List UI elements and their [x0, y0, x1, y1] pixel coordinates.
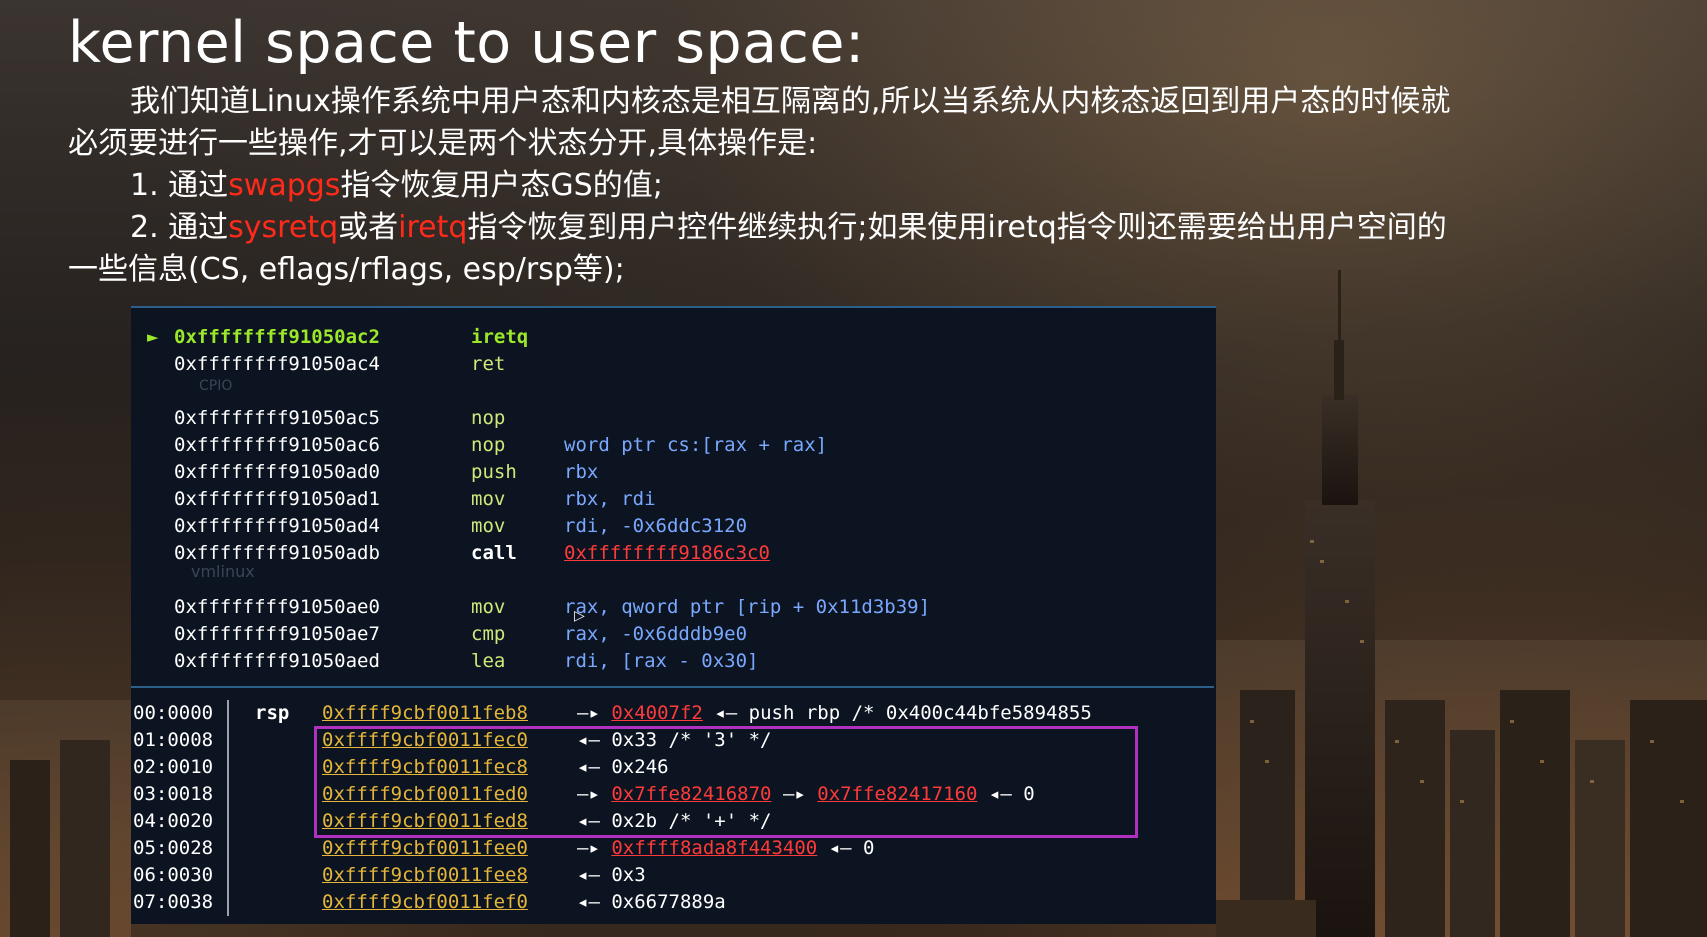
disasm-mnemonic: cmp — [471, 623, 506, 645]
disasm-mnemonic: nop — [471, 434, 506, 456]
stack-separator — [227, 727, 229, 754]
step-1-suffix: 指令恢复用户态GS的值; — [340, 168, 663, 203]
stack-value: ◂— 0x3 — [577, 862, 646, 889]
stack-separator — [227, 808, 229, 835]
slide-title: kernel space to user space: — [68, 10, 865, 76]
disasm-operands: rax, -0x6dddb9e0 — [564, 623, 748, 645]
stack-address-link[interactable]: 0xffff9cbf0011fef0 — [322, 889, 528, 916]
stack-offset: 07:0038 — [133, 891, 214, 913]
stack-separator — [227, 754, 229, 781]
iret-frame-highlight-box — [314, 726, 1138, 838]
stack-value: ◂— 0x6677889a — [577, 889, 726, 916]
stack-arrow: ◂— — [577, 891, 600, 913]
call-target-address[interactable]: 0xffffffff9186c3c0 — [564, 542, 770, 564]
stack-separator — [227, 781, 229, 808]
stack-tail: 0x3 — [611, 864, 646, 886]
stack-arrow: —▸ — [577, 837, 600, 859]
stack-separator — [227, 835, 229, 862]
stack-offset: 00:0000 — [133, 702, 214, 724]
disasm-mnemonic: mov — [471, 515, 506, 537]
disasm-address: 0xffffffff91050ad1 — [174, 488, 380, 510]
disasm-address: 0xffffffff91050ae0 — [174, 596, 380, 618]
disasm-address: 0xffffffff91050aed — [174, 650, 380, 672]
disasm-mnemonic: lea — [471, 650, 506, 672]
disasm-operands: rbx, rdi — [564, 488, 656, 510]
step-2-mid: 或者 — [338, 210, 399, 245]
stack-arrow: ◂— — [577, 864, 600, 886]
disasm-mnemonic: mov — [471, 596, 506, 618]
disasm-mnemonic: call — [471, 542, 517, 564]
stack-offset: 05:0028 — [133, 837, 214, 859]
disasm-operands: word ptr cs:[rax + rax] — [564, 434, 828, 456]
stack-offset: 02:0010 — [133, 756, 214, 778]
disasm-operands: rax, qword ptr [rip + 0x11d3b39] — [564, 596, 931, 618]
stack-arrow: —▸ — [577, 702, 600, 724]
iretq-keyword: iretq — [398, 210, 468, 245]
stack-tail: ◂— 0 — [828, 837, 875, 859]
disasm-mnemonic: ret — [471, 353, 506, 375]
stack-value: —▸ 0xffff8ada8f443400 ◂— 0 — [577, 835, 874, 862]
intro-line-2: 必须要进行一些操作,才可以是两个状态分开,具体操作是: — [68, 126, 818, 161]
stack-address-link[interactable]: 0xffff9cbf0011fee0 — [322, 835, 528, 862]
stack-separator — [227, 889, 229, 916]
step-2-prefix: 2. 通过 — [130, 210, 229, 245]
intro-line-1-text: 我们知道Linux操作系统中用户态和内核态是相互隔离的,所以当系统从内核态返回到… — [130, 84, 1451, 119]
stack-offset: 03:0018 — [133, 783, 214, 805]
stack-register: rsp — [255, 702, 290, 724]
disasm-mnemonic: push — [471, 461, 517, 483]
current-instruction-marker: ► — [147, 326, 159, 348]
ghost-label-cpio: CPIO — [199, 378, 233, 394]
stack-separator — [227, 700, 229, 727]
stack-tail: 0x6677889a — [611, 891, 726, 913]
disasm-address: 0xffffffff91050ad0 — [174, 461, 380, 483]
section-divider — [131, 686, 1214, 688]
disasm-mnemonic: mov — [471, 488, 506, 510]
sysretq-keyword: sysretq — [228, 210, 339, 245]
debugger-terminal: CPIO vmlinux ► 0xffffffff91050ac2 iretq … — [131, 306, 1216, 924]
stack-offset: 04:0020 — [133, 810, 214, 832]
step-2-line-2: 一些信息(CS, eflags/rflags, esp/rsp等); — [68, 252, 625, 287]
stack-tail: ◂— push rbp /* 0x400c44bfe5894855 — [714, 702, 1092, 724]
disasm-mnemonic: iretq — [471, 326, 529, 348]
stack-pointer-link[interactable]: 0xffff8ada8f443400 — [611, 837, 817, 859]
stack-offset: 06:0030 — [133, 864, 214, 886]
slide: kernel space to user space: 我们知道Linux操作系… — [0, 0, 1707, 937]
disasm-operands: rdi, [rax - 0x30] — [564, 650, 759, 672]
step-2: 2. 通过sysretq或者iretq指令恢复到用户控件继续执行;如果使用ire… — [68, 207, 1447, 249]
disasm-address: 0xffffffff91050adb — [174, 542, 380, 564]
disasm-address: 0xffffffff91050ac2 — [174, 326, 380, 348]
stack-address-link[interactable]: 0xffff9cbf0011feb8 — [322, 700, 528, 727]
step-1-prefix: 1. 通过 — [130, 168, 229, 203]
step-1: 1. 通过swapgs指令恢复用户态GS的值; — [68, 165, 663, 207]
mouse-cursor-icon: ▷ — [574, 608, 585, 624]
swapgs-keyword: swapgs — [228, 168, 341, 203]
disasm-operands: rdi, -0x6ddc3120 — [564, 515, 748, 537]
disasm-address: 0xffffffff91050ac5 — [174, 407, 380, 429]
step-2-suffix: 指令恢复到用户控件继续执行;如果使用iretq指令则还需要给出用户空间的 — [467, 210, 1447, 245]
disasm-address: 0xffffffff91050ae7 — [174, 623, 380, 645]
stack-offset: 01:0008 — [133, 729, 214, 751]
stack-separator — [227, 862, 229, 889]
disasm-address: 0xffffffff91050ac4 — [174, 353, 380, 375]
intro-line-1: 我们知道Linux操作系统中用户态和内核态是相互隔离的,所以当系统从内核态返回到… — [68, 81, 1450, 123]
disasm-address: 0xffffffff91050ad4 — [174, 515, 380, 537]
disasm-address: 0xffffffff91050ac6 — [174, 434, 380, 456]
stack-address-link[interactable]: 0xffff9cbf0011fee8 — [322, 862, 528, 889]
stack-pointer-link[interactable]: 0x4007f2 — [611, 702, 703, 724]
stack-value: —▸ 0x4007f2 ◂— push rbp /* 0x400c44bfe58… — [577, 700, 1092, 727]
disasm-operands: rbx — [564, 461, 599, 483]
disasm-mnemonic: nop — [471, 407, 506, 429]
call-target-link[interactable]: 0xffffffff9186c3c0 — [564, 540, 770, 567]
